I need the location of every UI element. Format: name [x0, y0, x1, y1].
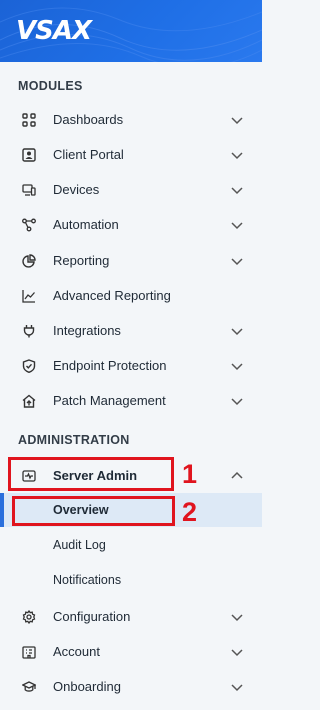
- sidebar-subitem-notifications[interactable]: Notifications: [0, 563, 262, 598]
- annotation-box-overview: [12, 496, 175, 526]
- devices-icon: [21, 182, 37, 198]
- chevron-down-icon[interactable]: [230, 113, 244, 127]
- sidebar-item-onboarding[interactable]: Onboarding: [0, 669, 262, 704]
- gear-icon: [21, 609, 37, 625]
- chevron-down-icon[interactable]: [230, 183, 244, 197]
- workflow-icon: [21, 217, 37, 233]
- sidebar-item-label: Dashboards: [53, 112, 124, 127]
- sidebar-item-label: Account: [53, 644, 100, 659]
- home-upload-icon: [21, 393, 37, 409]
- sidebar-item-label: Configuration: [53, 609, 131, 624]
- sidebar-item-configuration[interactable]: Configuration: [0, 599, 262, 634]
- chevron-down-icon[interactable]: [230, 148, 244, 162]
- shield-icon: [21, 358, 37, 374]
- section-title-administration: ADMINISTRATION: [18, 433, 130, 447]
- sidebar-item-account[interactable]: Account: [0, 634, 262, 669]
- sidebar-item-label: Advanced Reporting: [53, 288, 171, 303]
- graduation-cap-icon: [21, 679, 37, 695]
- sidebar-item-patch-management[interactable]: Patch Management: [0, 383, 262, 418]
- sidebar-subitem-audit-log[interactable]: Audit Log: [0, 528, 262, 563]
- sidebar-item-label: Endpoint Protection: [53, 358, 167, 373]
- annotation-box-server-admin: [8, 457, 174, 491]
- sidebar-item-reporting[interactable]: Reporting: [0, 243, 262, 278]
- chevron-down-icon[interactable]: [230, 218, 244, 232]
- sidebar-item-devices[interactable]: Devices: [0, 172, 262, 207]
- chevron-down-icon[interactable]: [230, 680, 244, 694]
- sidebar-item-label: Devices: [53, 182, 100, 197]
- chevron-down-icon[interactable]: [230, 254, 244, 268]
- chevron-up-icon[interactable]: [230, 469, 244, 483]
- building-icon: [21, 644, 37, 660]
- sidebar-item-dashboards[interactable]: Dashboards: [0, 102, 262, 137]
- sidebar-item-label: Client Portal: [53, 147, 124, 162]
- line-chart-icon: [21, 288, 37, 304]
- vsax-logo[interactable]: VSAX: [16, 16, 92, 46]
- sidebar-item-label: Automation: [53, 217, 119, 232]
- sidebar-item-label: Patch Management: [53, 393, 166, 408]
- chevron-down-icon[interactable]: [230, 359, 244, 373]
- grid-icon: [21, 112, 37, 128]
- chevron-down-icon[interactable]: [230, 610, 244, 624]
- pie-chart-icon: [21, 253, 37, 269]
- sidebar-subitem-label: Notifications: [53, 573, 122, 587]
- user-card-icon: [21, 147, 37, 163]
- sidebar-item-endpoint-protection[interactable]: Endpoint Protection: [0, 348, 262, 383]
- annotation-number-2: 2: [182, 497, 198, 527]
- sidebar-item-advanced-reporting[interactable]: Advanced Reporting: [0, 278, 262, 313]
- sidebar-item-label: Reporting: [53, 253, 110, 268]
- chevron-down-icon[interactable]: [230, 645, 244, 659]
- plug-icon: [21, 323, 37, 339]
- sidebar-item-label: Integrations: [53, 323, 121, 338]
- section-title-modules: MODULES: [18, 79, 83, 93]
- sidebar-item-integrations[interactable]: Integrations: [0, 313, 262, 348]
- sidebar-item-automation[interactable]: Automation: [0, 207, 262, 242]
- sidebar-item-client-portal[interactable]: Client Portal: [0, 137, 262, 172]
- chevron-down-icon[interactable]: [230, 394, 244, 408]
- annotation-number-1: 1: [182, 459, 198, 489]
- sidebar-subitem-label: Audit Log: [53, 538, 106, 552]
- chevron-down-icon[interactable]: [230, 324, 244, 338]
- app-header: VSAX: [0, 0, 262, 62]
- sidebar-item-label: Onboarding: [53, 679, 121, 694]
